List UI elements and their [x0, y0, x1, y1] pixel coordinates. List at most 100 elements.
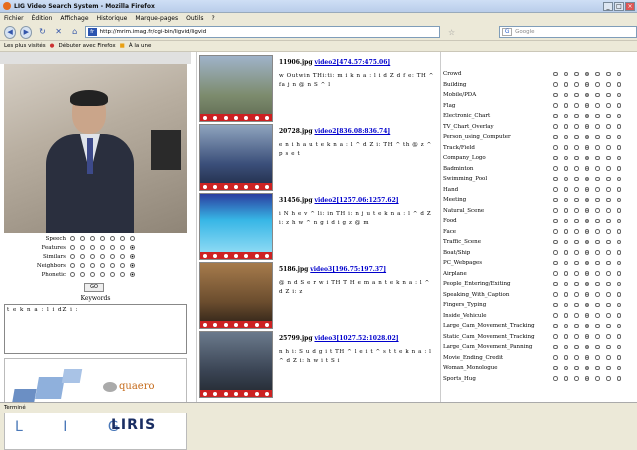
concept-radio[interactable]: [574, 229, 579, 234]
mode-radio[interactable]: [80, 254, 85, 259]
playback-icon[interactable]: [203, 391, 208, 396]
menu-outils[interactable]: Outils: [186, 15, 203, 22]
concept-radio[interactable]: [574, 313, 579, 318]
concept-radio[interactable]: [553, 260, 558, 266]
playback-icon[interactable]: [244, 184, 249, 189]
concept-radio[interactable]: [563, 302, 569, 308]
mode-radio[interactable]: [100, 263, 105, 268]
mode-radio[interactable]: [130, 254, 135, 259]
concept-radio[interactable]: [574, 260, 579, 266]
concept-radio[interactable]: [595, 271, 600, 276]
concept-radio[interactable]: [553, 334, 558, 339]
playback-icon[interactable]: [244, 391, 249, 396]
concept-radio[interactable]: [584, 355, 590, 360]
concept-radio[interactable]: [605, 313, 611, 318]
concept-radio[interactable]: [584, 250, 590, 255]
concept-radio[interactable]: [616, 145, 622, 150]
concept-radio[interactable]: [553, 176, 558, 182]
concept-radio[interactable]: [574, 302, 579, 308]
close-icon[interactable]: ×: [625, 2, 635, 11]
home-icon[interactable]: ⌂: [69, 26, 81, 39]
concept-radio[interactable]: [584, 124, 590, 129]
concept-radio[interactable]: [563, 260, 569, 266]
concept-radio[interactable]: [563, 313, 569, 318]
concept-radio[interactable]: [605, 166, 611, 171]
concept-radio[interactable]: [563, 355, 569, 360]
playback-controls[interactable]: [200, 252, 272, 259]
concept-radio[interactable]: [605, 355, 611, 360]
concept-radio[interactable]: [595, 260, 600, 266]
playback-icon[interactable]: [213, 391, 218, 396]
playback-icon[interactable]: [203, 115, 208, 120]
concept-radio[interactable]: [574, 187, 579, 192]
concept-radio[interactable]: [584, 376, 590, 381]
concept-radio[interactable]: [595, 187, 600, 192]
concept-radio[interactable]: [553, 281, 558, 287]
playback-controls[interactable]: [200, 183, 272, 190]
playback-icon[interactable]: [244, 253, 249, 258]
playback-icon[interactable]: [213, 322, 218, 327]
concept-radio[interactable]: [595, 229, 600, 234]
concept-radio[interactable]: [553, 134, 558, 140]
concept-radio[interactable]: [584, 92, 590, 98]
playback-icon[interactable]: [233, 322, 238, 327]
concept-radio[interactable]: [595, 145, 600, 150]
concept-radio[interactable]: [595, 376, 600, 381]
concept-radio[interactable]: [553, 124, 558, 129]
concept-radio[interactable]: [616, 218, 622, 224]
concept-radio[interactable]: [616, 313, 622, 318]
playback-controls[interactable]: [200, 390, 272, 397]
mode-radio[interactable]: [110, 245, 115, 250]
playback-icon[interactable]: [213, 115, 218, 120]
mode-radio[interactable]: [90, 254, 95, 259]
playback-icon[interactable]: [223, 391, 228, 396]
concept-radio[interactable]: [605, 302, 611, 308]
concept-radio[interactable]: [563, 92, 569, 98]
concept-radio[interactable]: [605, 323, 611, 329]
playback-icon[interactable]: [264, 391, 269, 396]
concept-radio[interactable]: [595, 208, 600, 213]
concept-radio[interactable]: [553, 166, 558, 171]
concept-radio[interactable]: [595, 292, 600, 297]
concept-radio[interactable]: [563, 239, 569, 245]
concept-radio[interactable]: [563, 218, 569, 224]
concept-radio[interactable]: [616, 113, 622, 119]
concept-radio[interactable]: [563, 145, 569, 150]
mode-radio[interactable]: [110, 263, 115, 268]
concept-radio[interactable]: [605, 229, 611, 234]
google-icon[interactable]: G: [502, 28, 513, 36]
stop-icon[interactable]: ✕: [53, 26, 65, 39]
concept-radio[interactable]: [595, 313, 600, 318]
concept-radio[interactable]: [574, 271, 579, 276]
concept-radio[interactable]: [574, 145, 579, 150]
concept-radio[interactable]: [616, 197, 622, 203]
concept-radio[interactable]: [584, 281, 590, 287]
concept-radio[interactable]: [553, 155, 558, 161]
mode-radio[interactable]: [90, 263, 95, 268]
concept-radio[interactable]: [574, 250, 579, 255]
concept-radio[interactable]: [605, 113, 611, 119]
mode-radio[interactable]: [80, 236, 85, 241]
mode-radio[interactable]: [110, 272, 115, 277]
concept-radio[interactable]: [563, 176, 569, 182]
concept-radio[interactable]: [584, 229, 590, 234]
mode-radio[interactable]: [80, 245, 85, 250]
concept-radio[interactable]: [616, 176, 622, 182]
concept-radio[interactable]: [605, 376, 611, 381]
concept-radio[interactable]: [553, 229, 558, 234]
playback-icon[interactable]: [254, 391, 259, 396]
concept-radio[interactable]: [553, 376, 558, 381]
mode-radio[interactable]: [130, 272, 135, 277]
result-video-link[interactable]: video2[836.08:836.74]: [314, 128, 390, 135]
bookmark-getting-started[interactable]: Débuter avec Firefox: [58, 43, 115, 49]
playback-icon[interactable]: [203, 253, 208, 258]
playback-icon[interactable]: [223, 322, 228, 327]
result-video-link[interactable]: video2[1257.06:1257.62]: [314, 197, 398, 204]
concept-radio[interactable]: [616, 250, 622, 255]
playback-icon[interactable]: [254, 253, 259, 258]
playback-icon[interactable]: [254, 322, 259, 327]
mode-radio[interactable]: [120, 263, 125, 268]
bookmark-headlines[interactable]: À la une: [129, 43, 152, 49]
concept-radio[interactable]: [574, 376, 579, 381]
concept-radio[interactable]: [563, 71, 569, 77]
